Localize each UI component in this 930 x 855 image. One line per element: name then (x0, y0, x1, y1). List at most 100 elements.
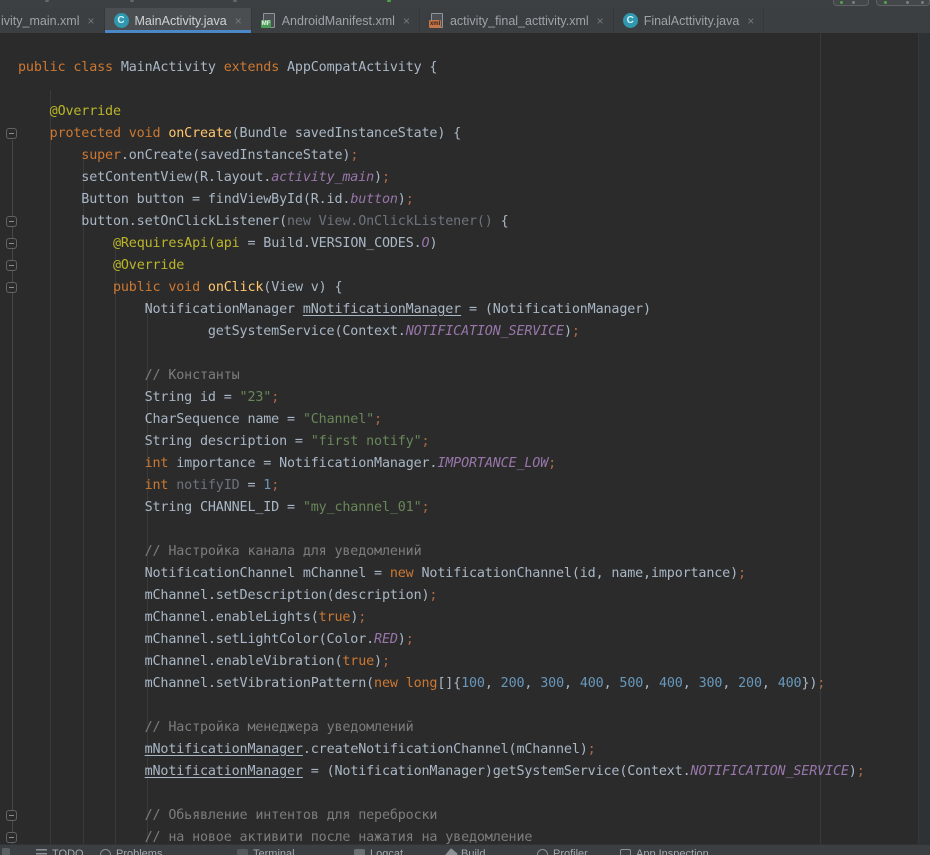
code-line[interactable]: getSystemService(Context.NOTIFICATION_SE… (18, 321, 917, 343)
code-editor[interactable]: public class MainActivity extends AppCom… (0, 33, 930, 844)
token: String CHANNEL_ID = (18, 500, 303, 515)
toolwindow-problems[interactable]: Problems (100, 848, 162, 855)
fold-marker[interactable] (6, 282, 17, 293)
code-line[interactable]: setContentView(R.layout.activity_main); (18, 167, 917, 189)
fold-marker[interactable] (6, 810, 17, 821)
toolwindow-label: Build (461, 848, 485, 855)
token: @Override (50, 104, 121, 119)
token: public void (113, 280, 208, 295)
fold-marker[interactable] (6, 128, 17, 139)
close-icon[interactable]: × (597, 14, 604, 28)
code-line[interactable] (18, 783, 917, 805)
token: "23" (240, 390, 272, 405)
token: 400 (778, 676, 802, 691)
token: = Build.VERSION_CODES. (240, 236, 422, 251)
token: ; (382, 654, 390, 669)
run-icon-dot (387, 0, 391, 2)
token: , (485, 676, 501, 691)
code-text-area: public class MainActivity extends AppCom… (18, 57, 917, 844)
token: mChannel.setVibrationPattern( (18, 676, 374, 691)
code-line[interactable]: // Обьявление интентов для переброски (18, 805, 917, 827)
code-line[interactable]: mChannel.enableLights(true); (18, 607, 917, 629)
code-line[interactable]: String id = "23"; (18, 387, 917, 409)
toolwindow-terminal[interactable]: Terminal (237, 848, 295, 855)
code-line[interactable]: mChannel.enableVibration(true); (18, 651, 917, 673)
token (18, 104, 50, 119)
code-line[interactable]: NotificationChannel mChannel = new Notif… (18, 563, 917, 585)
code-line[interactable]: @RequiresApi(api = Build.VERSION_CODES.O… (18, 233, 917, 255)
code-line[interactable]: public void onClick(View v) { (18, 277, 917, 299)
toolbar-widget-1[interactable] (833, 0, 869, 6)
tool-window-stub-icon (2, 848, 10, 855)
code-line[interactable] (18, 79, 917, 101)
toolwindow-app-inspection[interactable]: App Inspection (620, 848, 709, 855)
toolwindow-label: Problems (116, 848, 162, 855)
code-line[interactable]: // на новое активити после нажатия на ув… (18, 827, 917, 844)
token: ; (271, 390, 279, 405)
fold-marker[interactable] (6, 260, 17, 271)
code-line[interactable]: mChannel.setVibrationPattern(new long[]{… (18, 673, 917, 695)
toolwindow-logcat[interactable]: Logcat (354, 848, 403, 855)
fold-marker[interactable] (6, 238, 17, 249)
toolwindow-todo[interactable]: TODO (36, 848, 84, 855)
toolbar-icon-dot (130, 0, 134, 2)
token: new (390, 566, 422, 581)
code-line[interactable]: int notifyID = 1; (18, 475, 917, 497)
tab-finalacttivity-java[interactable]: CFinalActtivity.java× (614, 8, 765, 33)
editor-scrollbar-area[interactable] (918, 33, 930, 844)
token: ; (350, 148, 358, 163)
close-icon[interactable]: × (235, 14, 242, 28)
code-line[interactable]: button.setOnClickListener(new View.OnCli… (18, 211, 917, 233)
token: mNotificationManager (145, 742, 303, 757)
toolwindow-build[interactable]: Build (447, 848, 485, 855)
toolbar-widget-2[interactable] (876, 0, 930, 6)
tab-mainactivity-java[interactable]: CMainActivity.java× (105, 8, 252, 33)
code-line[interactable]: CharSequence name = "Channel"; (18, 409, 917, 431)
code-line[interactable]: String CHANNEL_ID = "my_channel_01"; (18, 497, 917, 519)
close-icon[interactable]: × (747, 14, 754, 28)
code-line[interactable]: int importance = NotificationManager.IMP… (18, 453, 917, 475)
code-line[interactable]: // Константы (18, 365, 917, 387)
code-line[interactable] (18, 695, 917, 717)
close-icon[interactable]: × (88, 14, 95, 28)
token: NotificationChannel(id, name,importance) (422, 566, 738, 581)
code-line[interactable]: public class MainActivity extends AppCom… (18, 57, 917, 79)
code-line[interactable] (18, 519, 917, 541)
code-line[interactable]: mChannel.setDescription(description); (18, 585, 917, 607)
toolbar-icon-dot (233, 0, 237, 2)
code-line[interactable] (18, 343, 917, 365)
token: notifyID (176, 478, 239, 493)
token (18, 720, 145, 735)
tab-activity-final-acttivity-xml[interactable]: xmlactivity_final_acttivity.xml× (420, 8, 614, 33)
token (18, 368, 145, 383)
code-line[interactable]: mNotificationManager.createNotificationC… (18, 739, 917, 761)
code-line[interactable]: Button button = findViewById(R.id.button… (18, 189, 917, 211)
tab-label: AndroidManifest.xml (282, 14, 395, 28)
code-line[interactable]: @Override (18, 101, 917, 123)
code-line[interactable]: mNotificationManager = (NotificationMana… (18, 761, 917, 783)
code-line[interactable]: mChannel.setLightColor(Color.RED); (18, 629, 917, 651)
fold-marker[interactable] (6, 832, 17, 843)
code-line[interactable]: // Настройка канала для уведомлений (18, 541, 917, 563)
code-line[interactable]: // Настройка менеджера уведомлений (18, 717, 917, 739)
code-line[interactable]: String description = "first notify"; (18, 431, 917, 453)
token: mNotificationManager (145, 764, 303, 779)
code-line[interactable]: NotificationManager mNotificationManager… (18, 299, 917, 321)
code-line[interactable]: protected void onCreate(Bundle savedInst… (18, 123, 917, 145)
code-line[interactable]: super.onCreate(savedInstanceState); (18, 145, 917, 167)
code-line[interactable]: @Override (18, 255, 917, 277)
fold-marker[interactable] (6, 216, 17, 227)
close-icon[interactable]: × (403, 14, 410, 28)
token: ) (374, 170, 382, 185)
token: NotificationChannel mChannel = (18, 566, 390, 581)
token: // Настройка канала для уведомлений (145, 544, 422, 559)
tab-ivity-main-xml[interactable]: ivity_main.xml× (0, 8, 105, 33)
status-dot (921, 1, 924, 4)
token: ; (422, 434, 430, 449)
java-class-icon: C (114, 13, 129, 28)
token: , (762, 676, 778, 691)
token: int (145, 456, 177, 471)
token: .createNotificationChannel(mChannel) (303, 742, 588, 757)
toolwindow-profiler[interactable]: Profiler (537, 848, 588, 855)
tab-androidmanifest-xml[interactable]: MFAndroidManifest.xml× (252, 8, 420, 33)
